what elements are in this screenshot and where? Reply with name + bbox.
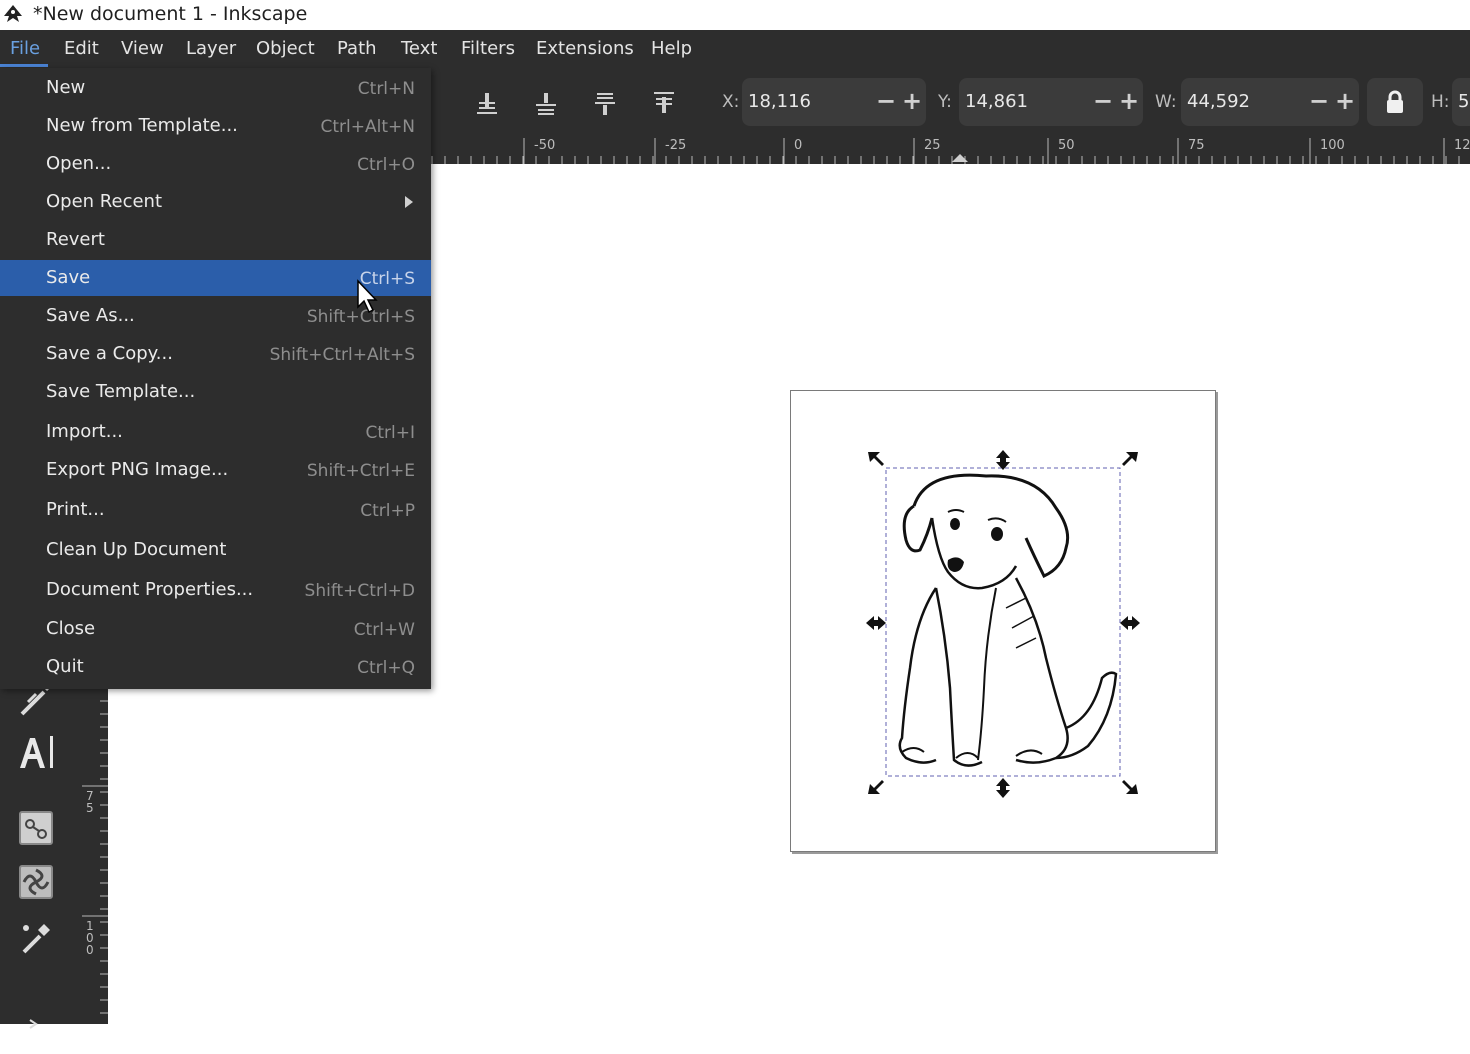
y-value[interactable]: 14,861 [965,91,1028,113]
menu-item-shortcut: Ctrl+P [360,501,415,521]
h-label: H: [1431,92,1450,112]
active-menu-indicator [0,64,48,67]
menu-item-label: Open... [46,153,112,174]
ruler-label: 12 [1454,138,1470,153]
menu-extensions[interactable]: Extensions [536,38,634,60]
align-bottom-inner-icon[interactable] [533,90,559,116]
menu-item-shortcut: Ctrl+O [357,155,415,175]
connector-icon[interactable] [14,806,58,850]
ruler-label: 1 0 0 [86,919,94,957]
menu-item-quit[interactable]: Quit Ctrl+Q [0,649,431,685]
menu-item-print[interactable]: Print... Ctrl+P [0,492,431,528]
y-decrement-button[interactable]: − [1093,87,1113,115]
menu-help[interactable]: Help [651,38,692,60]
ruler-label: 25 [924,138,941,153]
menu-item-shortcut: Shift+Ctrl+D [304,581,415,601]
menu-item-shortcut: Ctrl+N [357,79,415,99]
text-tool-icon[interactable] [14,730,58,774]
menu-file[interactable]: File [10,38,40,60]
y-increment-button[interactable]: + [1119,87,1139,115]
y-field[interactable]: 14,861 − + [959,78,1143,126]
horizontal-ruler[interactable]: -50 -25 0 25 50 75 100 12 [430,136,1470,164]
align-top-inner-icon[interactable] [592,90,618,116]
menu-item-label: Save [46,267,91,288]
x-value[interactable]: 18,116 [748,91,811,113]
menu-edit[interactable]: Edit [64,38,99,60]
x-field[interactable]: 18,116 − + [742,78,926,126]
menu-item-save-template[interactable]: Save Template... [0,374,431,410]
menu-item-label: Quit [46,656,84,677]
menu-item-label: Save Template... [46,381,196,402]
menu-item-label: Revert [46,229,105,250]
menu-item-shortcut: Shift+Ctrl+E [306,461,415,481]
w-value[interactable]: 44,592 [1187,91,1250,113]
menu-item-label: Open Recent [46,191,163,212]
menu-item-open[interactable]: Open... Ctrl+O [0,146,431,182]
ruler-label: 7 5 [86,789,94,815]
menu-filters[interactable]: Filters [461,38,515,60]
menu-item-save-a-copy[interactable]: Save a Copy... Shift+Ctrl+Alt+S [0,336,431,372]
mouse-cursor-icon [357,279,378,314]
ruler-label: 50 [1058,138,1075,153]
lock-icon [1387,90,1403,113]
y-label: Y: [938,92,952,112]
ruler-label: 100 [1320,138,1345,153]
menu-item-close[interactable]: Close Ctrl+W [0,611,431,647]
w-label: W: [1155,92,1177,112]
menu-object[interactable]: Object [256,38,315,60]
x-decrement-button[interactable]: − [876,87,896,115]
dropper-icon[interactable] [14,916,58,960]
menu-item-new[interactable]: New Ctrl+N [0,70,431,106]
menu-item-shortcut: Ctrl+W [353,620,415,640]
menu-path[interactable]: Path [337,38,377,60]
menu-layer[interactable]: Layer [186,38,236,60]
ruler-label: 75 [1188,138,1205,153]
file-menu: New Ctrl+N New from Template... Ctrl+Alt… [0,68,431,689]
ruler-label: 0 [794,138,803,153]
menu-item-label: New [46,77,86,98]
menu-item-label: Close [46,618,96,639]
menu-view[interactable]: View [121,38,164,60]
w-increment-button[interactable]: + [1335,87,1355,115]
menu-item-label: Document Properties... [46,579,254,600]
menu-item-label: Save As... [46,305,135,326]
menu-item-open-recent[interactable]: Open Recent [0,184,431,220]
menu-item-shortcut: Ctrl+Q [357,658,415,678]
align-bottom-icon[interactable] [474,90,500,116]
x-label: X: [722,92,740,112]
menu-bar: File Edit View Layer Object Path Text Fi… [0,30,1470,68]
menu-item-shortcut: Ctrl+I [365,423,415,443]
menu-item-document-properties[interactable]: Document Properties... Shift+Ctrl+D [0,572,431,608]
w-decrement-button[interactable]: − [1309,87,1329,115]
ruler-label: -50 [534,138,556,153]
menu-item-label: Export PNG Image... [46,459,229,480]
menu-item-import[interactable]: Import... Ctrl+I [0,414,431,450]
menu-item-shortcut: Ctrl+Alt+N [320,117,415,137]
h-value[interactable]: 5 [1458,91,1469,113]
menu-item-export-png[interactable]: Export PNG Image... Shift+Ctrl+E [0,452,431,488]
inkscape-icon [4,5,22,22]
ruler-label: -25 [665,138,687,153]
x-increment-button[interactable]: + [902,87,922,115]
menu-item-label: New from Template... [46,115,238,136]
h-field[interactable]: 5 [1452,78,1470,126]
menu-item-label: Import... [46,421,123,442]
w-field[interactable]: 44,592 − + [1181,78,1359,126]
menu-item-revert[interactable]: Revert [0,222,431,258]
lock-ratio-button[interactable] [1367,78,1423,126]
menu-text[interactable]: Text [401,38,437,60]
submenu-arrow-icon [405,196,413,208]
dog-drawing[interactable] [866,448,1140,798]
tweak-icon[interactable] [14,860,58,904]
window-title: *New document 1 - Inkscape [33,3,308,25]
more-tools-icon[interactable] [14,1010,58,1054]
menu-item-label: Clean Up Document [46,539,227,560]
title-bar: *New document 1 - Inkscape [0,0,1470,30]
menu-item-label: Save a Copy... [46,343,173,364]
align-top-icon[interactable] [651,90,677,116]
menu-item-shortcut: Shift+Ctrl+Alt+S [269,345,415,365]
menu-item-label: Print... [46,499,105,520]
menu-item-clean-up-document[interactable]: Clean Up Document [0,532,431,568]
menu-item-new-from-template[interactable]: New from Template... Ctrl+Alt+N [0,108,431,144]
